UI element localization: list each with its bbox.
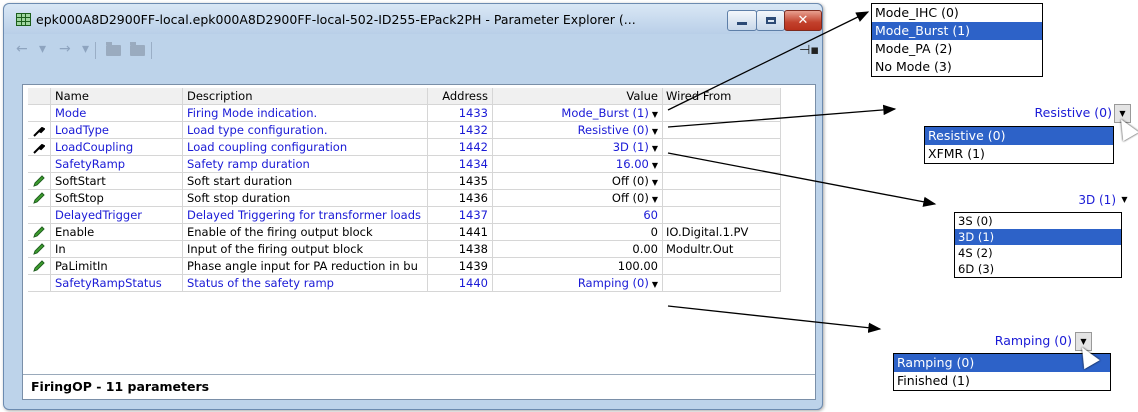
ramp-combo-value[interactable]: Ramping (0) <box>888 331 1072 351</box>
list-item[interactable]: 6D (3) <box>955 261 1121 277</box>
chevron-down-icon[interactable]: ▼ <box>1117 191 1132 208</box>
loadtype-options-list[interactable]: Resistive (0) XFMR (1) <box>924 126 1114 164</box>
list-item[interactable]: Finished (1) <box>894 372 1110 390</box>
list-item[interactable]: XFMR (1) <box>925 145 1113 163</box>
arrow-mode <box>667 11 870 111</box>
list-item[interactable]: No Mode (3) <box>872 58 1042 76</box>
coupling-combo-value[interactable]: 3D (1) <box>950 190 1116 210</box>
mode-options-list[interactable]: Mode_IHC (0) Mode_Burst (1) Mode_PA (2) … <box>871 3 1043 77</box>
list-item-selected[interactable]: Mode_Burst (1) <box>872 22 1042 40</box>
list-item[interactable]: Mode_PA (2) <box>872 40 1042 58</box>
loadtype-combo-value[interactable]: Resistive (0) <box>920 103 1112 123</box>
list-item[interactable]: 4S (2) <box>955 245 1121 261</box>
list-item[interactable]: 3S (0) <box>955 213 1121 229</box>
arrow-loadtype <box>667 104 897 128</box>
list-item-selected[interactable]: 3D (1) <box>955 229 1121 245</box>
arrow-coupling <box>667 152 937 207</box>
coupling-options-list[interactable]: 3S (0) 3D (1) 4S (2) 6D (3) <box>954 212 1122 278</box>
list-item-selected[interactable]: Resistive (0) <box>925 127 1113 145</box>
arrow-ramp <box>667 305 882 333</box>
list-item[interactable]: Mode_IHC (0) <box>872 4 1042 22</box>
